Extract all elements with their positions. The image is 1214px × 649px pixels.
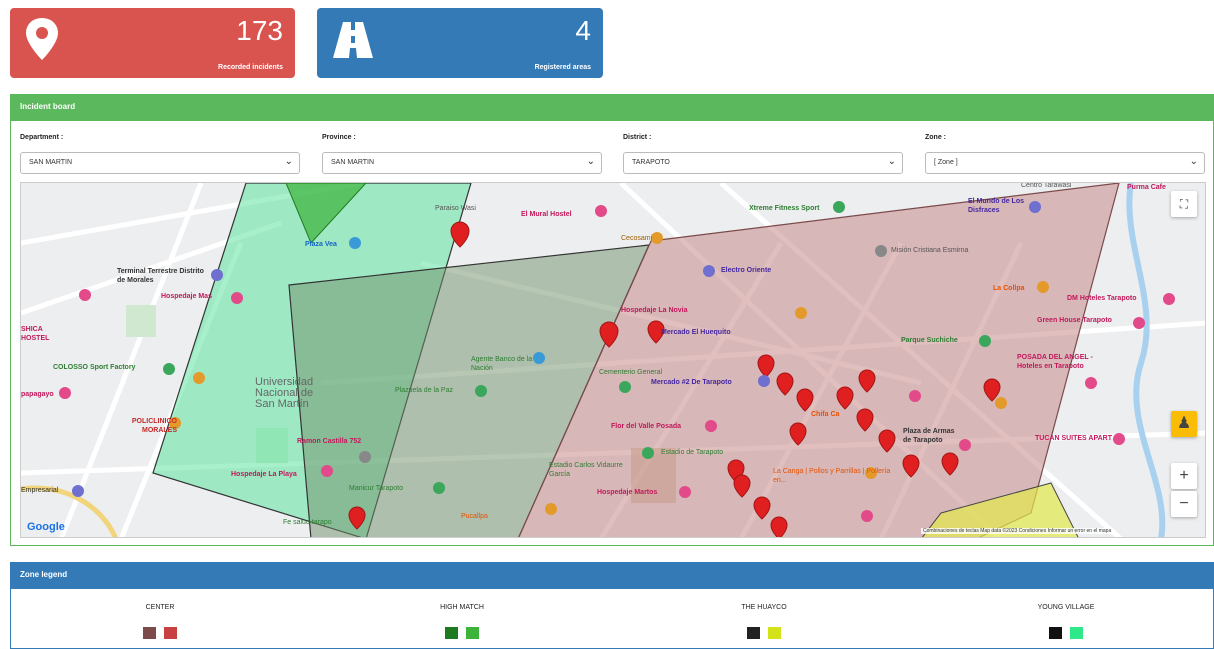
poi-label: Green House Tarapoto bbox=[1037, 317, 1112, 324]
poi-label: Estadio Carlos Vidaurre García bbox=[549, 462, 623, 478]
incident-map[interactable]: Paraiso Wasi El Mural Hostel Xtreme Fitn… bbox=[20, 182, 1206, 538]
legend-item-young-village: YOUNG VILLAGE bbox=[936, 604, 1196, 639]
legend-item-the-huayco: THE HUAYCO bbox=[634, 604, 894, 639]
province-filter: Province : SAN MARTIN ⌄ bbox=[322, 134, 602, 174]
poi-label: Universidad Nacional de San Martín bbox=[255, 376, 314, 410]
legend-name: THE HUAYCO bbox=[741, 604, 787, 611]
google-logo: Google bbox=[27, 521, 65, 533]
areas-label: Registered areas bbox=[534, 64, 591, 71]
district-label: District : bbox=[623, 134, 652, 141]
district-value: TARAPOTO bbox=[632, 159, 670, 166]
poi-label: Misión Cristiana Esmirna bbox=[891, 247, 969, 254]
areas-count: 4 bbox=[575, 15, 591, 46]
zone-filter: Zone : [ Zone ] ⌄ bbox=[925, 134, 1205, 174]
legend-border-swatch bbox=[142, 627, 156, 639]
legend-item-center: CENTER bbox=[30, 604, 290, 639]
province-value: SAN MARTIN bbox=[331, 159, 375, 166]
poi-label: Purma Cafe bbox=[1127, 184, 1166, 191]
areas-card: 4 Registered areas bbox=[317, 8, 603, 78]
province-select[interactable]: SAN MARTIN ⌄ bbox=[322, 152, 602, 174]
poi-label: Manicur Tarapoto bbox=[349, 485, 403, 492]
poi-label: POSADA DEL ANGEL - Hoteles en Tarapoto bbox=[1017, 354, 1093, 370]
department-label: Department : bbox=[20, 134, 64, 141]
zoom-out-button[interactable]: − bbox=[1171, 491, 1197, 517]
legend-border-swatch bbox=[1048, 627, 1062, 639]
fullscreen-button[interactable]: ⛶ bbox=[1171, 191, 1197, 217]
poi-label: Terminal Terrestre Distrito de Morales bbox=[117, 268, 204, 284]
chevron-down-icon: ⌄ bbox=[1189, 156, 1198, 167]
poi-label: Plazuela de la Paz bbox=[395, 387, 453, 394]
legend-border-swatch bbox=[746, 627, 760, 639]
poi-label: SHICA HOSTEL bbox=[21, 326, 50, 342]
poi-label: papagayo bbox=[21, 391, 54, 398]
poi-label: Hospedaje La Novia bbox=[621, 307, 688, 314]
poi-label: Ramon Castilla 752 bbox=[297, 438, 362, 445]
district-select[interactable]: TARAPOTO ⌄ bbox=[623, 152, 903, 174]
zone-value: [ Zone ] bbox=[934, 159, 958, 166]
poi-label: Mercado #2 De Tarapoto bbox=[651, 379, 732, 386]
poi-label: La Canga | Pollos y Parrillas | Pollería… bbox=[773, 468, 891, 484]
incidents-count: 173 bbox=[236, 15, 283, 46]
department-select[interactable]: SAN MARTIN ⌄ bbox=[20, 152, 300, 174]
poi-label: Electro Oriente bbox=[721, 267, 772, 274]
poi-label: Parque Suchiche bbox=[901, 337, 958, 344]
poi-label: Chifa Ca bbox=[811, 411, 840, 418]
poi-label: Xtreme Fitness Sport bbox=[749, 205, 820, 212]
department-filter: Department : SAN MARTIN ⌄ bbox=[20, 134, 300, 174]
poi-label: Mercado El Huequito bbox=[661, 329, 731, 336]
zone-legend-header: Zone legend bbox=[10, 562, 1214, 589]
map-pin-icon bbox=[26, 18, 58, 60]
poi-label: Cementerio General bbox=[599, 369, 663, 376]
poi-label: Cecosami bbox=[621, 235, 653, 242]
poi-label: DM Hoteles Tarapoto bbox=[1067, 295, 1137, 302]
incidents-card: 173 Recorded incidents bbox=[10, 8, 295, 78]
legend-fill-swatch bbox=[164, 627, 178, 639]
department-value: SAN MARTIN bbox=[29, 159, 73, 166]
province-label: Province : bbox=[322, 134, 356, 141]
map-footer[interactable]: Combinaciones de teclas Map data ©2023 C… bbox=[921, 528, 1114, 534]
zoom-in-button[interactable]: + bbox=[1171, 463, 1197, 489]
poi-label: POLICLINICO MORALES bbox=[131, 418, 177, 434]
poi-label: Plaza Vea bbox=[305, 241, 337, 248]
poi-label: Plaza de Armas de Tarapoto bbox=[903, 428, 955, 444]
poi-label: Centro Tarawasi bbox=[1021, 182, 1072, 189]
poi-label: Flor del Valle Posada bbox=[611, 423, 682, 430]
poi-label: Paraiso Wasi bbox=[435, 205, 476, 212]
road-icon bbox=[333, 22, 373, 58]
chevron-down-icon: ⌄ bbox=[586, 156, 595, 167]
legend-fill-swatch bbox=[768, 627, 782, 639]
legend-fill-swatch bbox=[466, 627, 480, 639]
legend-name: HIGH MATCH bbox=[440, 604, 484, 611]
poi-label: TUCAN SUITES APART bbox=[1035, 435, 1112, 442]
poi-label: El Mural Hostel bbox=[521, 211, 572, 218]
poi-label: Empresarial bbox=[21, 487, 59, 494]
legend-item-high-match: HIGH MATCH bbox=[332, 604, 592, 639]
legend-fill-swatch bbox=[1070, 627, 1084, 639]
incidents-label: Recorded incidents bbox=[218, 64, 283, 71]
district-filter: District : TARAPOTO ⌄ bbox=[623, 134, 903, 174]
incident-board-header: Incident board bbox=[10, 94, 1214, 121]
chevron-down-icon: ⌄ bbox=[887, 156, 896, 167]
poi-label: Hospedaje Mas bbox=[161, 293, 212, 300]
poi-label: El Mundo de Los Disfraces bbox=[968, 198, 1024, 214]
poi-label: COLOSSO Sport Factory bbox=[53, 364, 136, 371]
poi-label: Hospedaje La Playa bbox=[231, 471, 297, 478]
poi-label: Estadio de Tarapoto bbox=[661, 449, 724, 456]
legend-name: YOUNG VILLAGE bbox=[1037, 604, 1095, 611]
poi-label: Agente Banco de la Nación bbox=[471, 356, 533, 372]
legend-border-swatch bbox=[444, 627, 458, 639]
zone-label: Zone : bbox=[925, 134, 946, 141]
poi-label: Hospedaje Martos bbox=[597, 489, 658, 496]
poi-label: Pucallpa bbox=[461, 513, 488, 520]
chevron-down-icon: ⌄ bbox=[284, 156, 293, 167]
zone-select[interactable]: [ Zone ] ⌄ bbox=[925, 152, 1205, 174]
poi-label: Fe salud tarapo bbox=[283, 519, 332, 526]
pegman-icon[interactable]: ♟ bbox=[1171, 411, 1197, 437]
legend-name: CENTER bbox=[145, 604, 175, 611]
poi-label: La Collpa bbox=[993, 285, 1025, 292]
